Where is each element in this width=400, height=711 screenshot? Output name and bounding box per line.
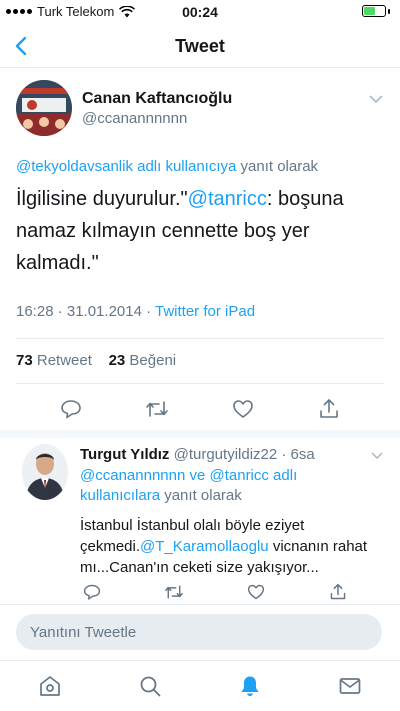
author-avatar[interactable] bbox=[16, 80, 72, 136]
section-divider bbox=[0, 430, 400, 438]
page-title: Tweet bbox=[175, 36, 225, 56]
tab-messages[interactable] bbox=[336, 672, 364, 700]
home-icon bbox=[40, 676, 60, 696]
messages-envelope-icon bbox=[339, 678, 361, 694]
reply-compose-input[interactable]: Yanıtını Tweetle bbox=[16, 614, 382, 650]
retweet-icon bbox=[165, 585, 183, 599]
battery-tip bbox=[388, 9, 390, 14]
likes-count: 23 bbox=[108, 352, 126, 369]
battery-icon bbox=[362, 5, 386, 17]
tweet-meta: 16:28 · 31.01.2014 · Twitter for iPad bbox=[16, 303, 255, 320]
reply-like-button[interactable] bbox=[244, 580, 268, 604]
heart-icon bbox=[233, 400, 253, 418]
likes-label: Beğeni bbox=[129, 352, 177, 369]
retweets-label: Retweet bbox=[36, 352, 92, 369]
tweet-mention-link[interactable]: @tanricc bbox=[188, 188, 267, 210]
reply-author-handle[interactable]: @turgutyildiz22 bbox=[174, 446, 278, 463]
retweets-stat[interactable]: 73 Retweet bbox=[16, 352, 92, 369]
reply-reply-context: @ccanannnnnn ve @tanricc adlı kullanıcıl… bbox=[80, 466, 380, 506]
notifications-bell-icon bbox=[241, 676, 259, 696]
status-bar: Turk Telekom 00:24 bbox=[0, 0, 400, 24]
chevron-down-icon bbox=[369, 95, 383, 104]
reply-icon bbox=[83, 584, 101, 600]
avatar-image bbox=[22, 444, 68, 500]
retweets-count: 73 bbox=[16, 352, 33, 369]
retweet-icon bbox=[146, 401, 168, 417]
divider bbox=[16, 338, 384, 339]
reply-author-name[interactable]: Turgut Yıldız bbox=[80, 446, 169, 463]
reply-to-suffix: yanıt olarak bbox=[160, 487, 242, 504]
tweet-text-start: İlgilisine duyurulur." bbox=[16, 188, 188, 210]
nav-header: Tweet bbox=[0, 24, 400, 68]
reply-share-button[interactable] bbox=[326, 580, 350, 604]
reply-icon bbox=[61, 400, 81, 419]
reply-to-link[interactable]: @tekyoldavsanlik adlı kullanıcıya bbox=[16, 158, 236, 175]
bottom-tab-bar bbox=[0, 660, 400, 711]
likes-stat[interactable]: 23 Beğeni bbox=[109, 352, 177, 369]
share-icon bbox=[330, 583, 346, 600]
tweet-text: İlgilisine duyurulur."@tanricc: boşuna n… bbox=[16, 183, 386, 279]
compose-placeholder: Yanıtını Tweetle bbox=[30, 624, 137, 641]
reply-retweet-button[interactable] bbox=[162, 580, 186, 604]
avatar-image bbox=[16, 80, 72, 136]
reply-button[interactable] bbox=[59, 397, 83, 421]
chevron-down-icon bbox=[371, 452, 383, 460]
reply-reply-button[interactable] bbox=[80, 580, 104, 604]
tweet-options-button[interactable] bbox=[368, 92, 384, 104]
tweet-actions bbox=[0, 397, 400, 421]
author-name[interactable]: Canan Kaftancıoğlu bbox=[82, 90, 232, 108]
author-handle[interactable]: @ccanannnnnn bbox=[82, 110, 187, 127]
divider bbox=[16, 383, 384, 384]
tab-notifications[interactable] bbox=[236, 672, 264, 700]
share-icon bbox=[320, 399, 338, 418]
tab-search[interactable] bbox=[136, 672, 164, 700]
reply-to-suffix: yanıt olarak bbox=[236, 158, 319, 175]
heart-icon bbox=[247, 584, 265, 600]
reply-context: @tekyoldavsanlik adlı kullanıcıya yanıt … bbox=[16, 158, 318, 175]
reply-author-avatar[interactable] bbox=[22, 444, 68, 500]
reply-text: İstanbul İstanbul olalı böyle eziyet çek… bbox=[80, 515, 380, 578]
tweet-date-time: 16:28 · 31.01.2014 · bbox=[16, 303, 155, 320]
reply-options-button[interactable] bbox=[370, 448, 384, 460]
like-button[interactable] bbox=[231, 397, 255, 421]
divider bbox=[0, 604, 400, 605]
tab-home[interactable] bbox=[36, 672, 64, 700]
search-icon bbox=[140, 676, 161, 697]
reply-actions bbox=[0, 580, 400, 604]
retweet-button[interactable] bbox=[145, 397, 169, 421]
status-time: 00:24 bbox=[182, 4, 218, 20]
share-button[interactable] bbox=[317, 397, 341, 421]
reply-mention-link[interactable]: @T_Karamollaoglu bbox=[140, 538, 269, 555]
reply-author-line: Turgut Yıldız @turgutyildiz22 · 6sa bbox=[80, 446, 365, 463]
reply-time-ago: · 6sa bbox=[281, 446, 315, 463]
tweet-source-link[interactable]: Twitter for iPad bbox=[155, 303, 255, 320]
tweet-stats: 73 Retweet 23 Beğeni bbox=[16, 352, 176, 369]
